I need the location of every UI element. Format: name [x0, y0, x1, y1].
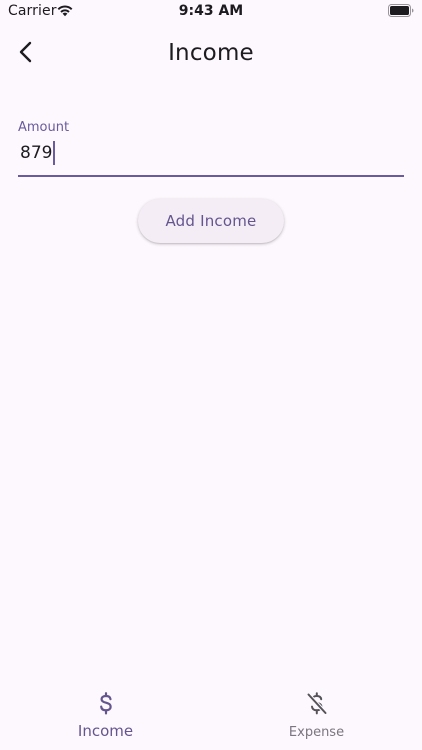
add-income-button[interactable]: Add Income: [138, 199, 284, 243]
app-bar: Income: [0, 24, 422, 84]
text-caret: [53, 141, 56, 165]
nav-label-income: Income: [77, 722, 134, 740]
battery-icon: [388, 4, 414, 17]
amount-input[interactable]: 879: [20, 141, 56, 165]
status-bar: Carrier 9:43 AM: [0, 0, 422, 24]
dollar-off-icon: [306, 692, 327, 715]
nav-item-income[interactable]: Income: [0, 682, 211, 750]
page-title: Income: [168, 40, 254, 66]
amount-field[interactable]: Amount 879: [18, 116, 404, 177]
amount-value: 879: [20, 143, 53, 163]
nav-item-expense[interactable]: Expense: [211, 682, 422, 750]
field-underline: [18, 175, 404, 177]
bottom-nav: Income Expense: [0, 682, 422, 750]
nav-label-expense: Expense: [288, 725, 345, 740]
dollar-icon: [99, 692, 112, 715]
clock: 9:43 AM: [178, 3, 244, 19]
amount-label: Amount: [18, 120, 70, 135]
